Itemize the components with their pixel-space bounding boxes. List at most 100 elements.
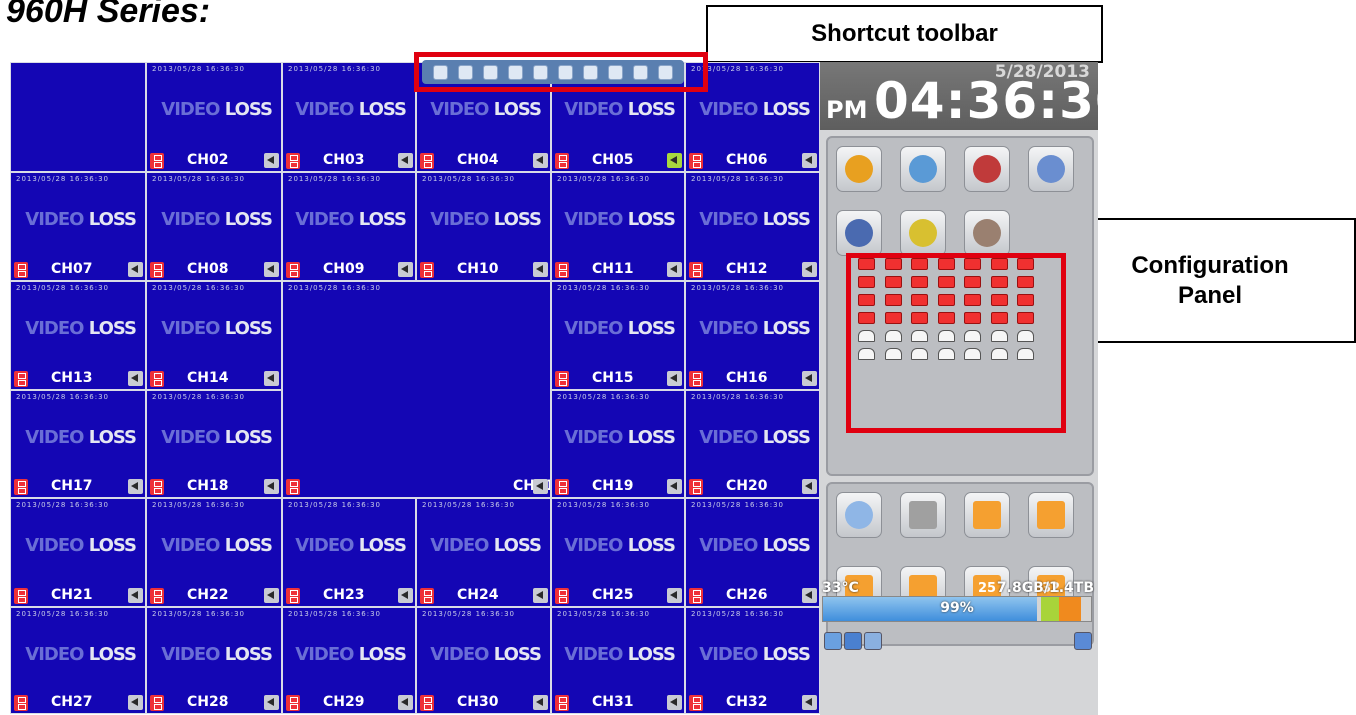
ptz-arrow-icon[interactable]: [264, 371, 279, 386]
layout-icon[interactable]: [633, 64, 648, 80]
ptz-arrow-icon[interactable]: [667, 262, 682, 277]
channel-tile[interactable]: 2013/05/28 16:36:30 VIDEO LOSS CH24: [417, 499, 550, 606]
record-icon[interactable]: [689, 695, 703, 711]
network-icon[interactable]: [824, 632, 842, 650]
ptz-arrow-icon[interactable]: [667, 695, 682, 710]
record-icon[interactable]: [14, 479, 28, 495]
home-icon[interactable]: [508, 64, 523, 80]
channel-tile[interactable]: 2013/05/28 16:36:30 VIDEO LOSS CH28: [147, 608, 281, 713]
channel-tile[interactable]: 2013/05/28 16:36:30 VIDEO LOSS CH17: [11, 391, 145, 497]
camera-status-icon[interactable]: [937, 258, 955, 270]
record-icon[interactable]: [689, 262, 703, 278]
record-icon[interactable]: [14, 371, 28, 387]
tower-icon[interactable]: [433, 64, 448, 80]
camera-status-icon[interactable]: [937, 312, 955, 324]
record-icon[interactable]: [420, 695, 434, 711]
channel-tile[interactable]: 2013/05/28 16:36:30 VIDEO LOSS CH25: [552, 499, 684, 606]
record-icon[interactable]: [555, 695, 569, 711]
camera-status-icon[interactable]: [911, 312, 928, 324]
record-icon[interactable]: [14, 695, 28, 711]
camera-status-icon[interactable]: [858, 312, 875, 324]
ptz-arrow-icon[interactable]: [802, 695, 817, 710]
channel-tile[interactable]: 2013/05/28 16:36:30 VIDEO LOSS CH32: [686, 608, 819, 713]
channel-tile[interactable]: 2013/05/28 16:36:30 VIDEO LOSS CH27: [11, 608, 145, 713]
camera-status-icon[interactable]: [964, 294, 981, 306]
record-icon[interactable]: [150, 153, 164, 169]
camera-status-icon[interactable]: [937, 276, 955, 288]
search-config-icon[interactable]: [836, 146, 882, 192]
ptz-arrow-icon[interactable]: [667, 588, 682, 603]
user-icon[interactable]: [900, 146, 946, 192]
channel-tile[interactable]: 2013/05/28 16:36:30 VIDEO LOSS CH23: [283, 499, 415, 606]
ptz-arrow-icon[interactable]: [533, 695, 548, 710]
channel-tile[interactable]: 2013/05/28 16:36:30 VIDEO LOSS CH02: [147, 63, 281, 171]
channel-tile[interactable]: 2013/05/28 16:36:30 VIDEO LOSS CH15: [552, 282, 684, 389]
camera-status-icon[interactable]: [858, 258, 875, 270]
channel-tile[interactable]: 2013/05/28 16:36:30 VIDEO LOSS CH30: [417, 608, 550, 713]
alarm-status-icon[interactable]: [990, 330, 1008, 342]
camera-status-icon[interactable]: [990, 312, 1008, 324]
channel-tile[interactable]: 2013/05/28 16:36:30 VIDEO LOSS CH09: [283, 173, 415, 280]
ptz-arrow-icon[interactable]: [667, 153, 682, 168]
channel-tile[interactable]: 2013/05/28 16:36:30 VIDEO LOSS CH19: [552, 391, 684, 497]
ptz-arrow-icon[interactable]: [533, 153, 548, 168]
ptz-arrow-icon[interactable]: [802, 479, 817, 494]
ptz-arrow-icon[interactable]: [128, 588, 143, 603]
user-profile-icon[interactable]: [1074, 632, 1092, 650]
globe-icon[interactable]: [864, 632, 882, 650]
camera-status-icon[interactable]: [911, 276, 928, 288]
alarm-status-icon[interactable]: [858, 348, 875, 360]
channel-tile[interactable]: 2013/05/28 16:36:30 VIDEO LOSS CH08: [147, 173, 281, 280]
ptz-arrow-icon[interactable]: [802, 153, 817, 168]
ptz-arrow-icon[interactable]: [802, 588, 817, 603]
record-icon[interactable]: [286, 262, 300, 278]
record-icon[interactable]: [150, 479, 164, 495]
channel-tile[interactable]: 2013/05/28 16:36:30 VIDEO LOSS CH26: [686, 499, 819, 606]
settings-gear-icon[interactable]: [964, 210, 1010, 256]
alarm-status-icon[interactable]: [964, 348, 981, 360]
ptz-arrow-icon[interactable]: [398, 262, 413, 277]
alarm-status-icon[interactable]: [1017, 330, 1034, 342]
record-icon[interactable]: [150, 262, 164, 278]
record-icon[interactable]: [14, 262, 28, 278]
alarm-status-icon[interactable]: [937, 348, 955, 360]
info-icon[interactable]: [458, 64, 473, 80]
channel-tile[interactable]: 2013/05/28 16:36:30VIDEO LOSSCH01: [283, 282, 550, 497]
channel-tile[interactable]: 2013/05/28 16:36:30 VIDEO LOSS CH07: [11, 173, 145, 280]
camera-status-icon[interactable]: [1017, 294, 1034, 306]
ptz-arrow-icon[interactable]: [398, 695, 413, 710]
ptz-arrow-icon[interactable]: [533, 479, 548, 494]
ptz-arrow-icon[interactable]: [128, 479, 143, 494]
camera-status-icon[interactable]: [884, 312, 902, 324]
alarm-status-icon[interactable]: [964, 330, 981, 342]
channel-tile[interactable]: 2013/05/28 16:36:30 VIDEO LOSS CH16: [686, 282, 819, 389]
zoom-icon[interactable]: [836, 492, 882, 538]
ptz-arrow-icon[interactable]: [264, 479, 279, 494]
record-icon[interactable]: [555, 371, 569, 387]
record-icon[interactable]: [689, 153, 703, 169]
record-icon[interactable]: [555, 262, 569, 278]
alarm-status-icon[interactable]: [937, 330, 955, 342]
ptz-arrow-icon[interactable]: [533, 262, 548, 277]
camera-status-icon[interactable]: [937, 294, 955, 306]
camera-status-icon[interactable]: [884, 258, 902, 270]
system-icon[interactable]: [836, 210, 882, 256]
camera-config-icon[interactable]: [900, 210, 946, 256]
channel-tile[interactable]: 2013/05/28 16:36:30 VIDEO LOSS CH29: [283, 608, 415, 713]
channel-tile[interactable]: 2013/05/28 16:36:30 VIDEO LOSS CH20: [686, 391, 819, 497]
alarm-status-icon[interactable]: [1017, 348, 1034, 360]
record-icon[interactable]: [420, 262, 434, 278]
channel-tile[interactable]: 2013/05/28 16:36:30 VIDEO LOSS CH14: [147, 282, 281, 389]
ptz-arrow-icon[interactable]: [264, 695, 279, 710]
camera-status-icon[interactable]: [858, 294, 875, 306]
alarm-status-icon[interactable]: [884, 348, 902, 360]
ptz-arrow-icon[interactable]: [264, 153, 279, 168]
record-icon[interactable]: [286, 695, 300, 711]
record-icon[interactable]: [555, 588, 569, 604]
channel-tile[interactable]: 2013/05/28 16:36:30 VIDEO LOSS CH13: [11, 282, 145, 389]
ptz-arrow-icon[interactable]: [398, 588, 413, 603]
alarm-status-icon[interactable]: [884, 330, 902, 342]
channel-tile[interactable]: 2013/05/28 16:36:30 VIDEO LOSS CH06: [686, 63, 819, 171]
alarm-status-icon[interactable]: [858, 330, 875, 342]
camera-status-icon[interactable]: [1017, 276, 1034, 288]
